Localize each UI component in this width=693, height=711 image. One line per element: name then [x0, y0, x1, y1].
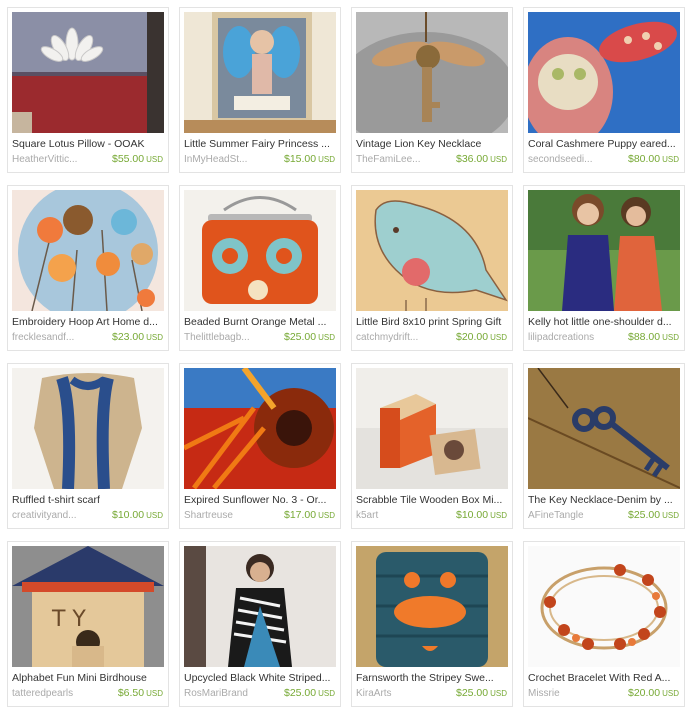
listing-card[interactable]: Crochet Bracelet With Red A... Missrie $…: [523, 541, 685, 707]
listing-card[interactable]: Ruffled t-shirt scarf creativityand... $…: [7, 363, 169, 529]
shop-name[interactable]: frecklesandf...: [12, 331, 104, 344]
listing-title[interactable]: Embroidery Hoop Art Home d...: [12, 316, 166, 329]
shop-name[interactable]: k5art: [356, 509, 448, 522]
shop-name[interactable]: catchmydrift...: [356, 331, 448, 344]
listing-card[interactable]: Kelly hot little one-shoulder d... lilip…: [523, 185, 685, 351]
listing-card[interactable]: Little Bird 8x10 print Spring Gift catch…: [351, 185, 513, 351]
listing-card[interactable]: Upcycled Black White Striped... RosMariB…: [179, 541, 341, 707]
shop-name[interactable]: lilipadcreations: [528, 331, 620, 344]
plush-puppy-image[interactable]: [528, 12, 680, 133]
listing-card[interactable]: T Y Alphabet Fun Mini Birdhouse tattered…: [7, 541, 169, 707]
price: $25.00 USD: [283, 331, 335, 343]
listing-title[interactable]: Farnsworth the Stripey Swe...: [356, 672, 510, 685]
price: $15.00 USD: [283, 153, 335, 165]
svg-text:T Y: T Y: [51, 607, 86, 632]
bird-print-image[interactable]: [356, 190, 508, 311]
listing-card[interactable]: Coral Cashmere Puppy eared... secondseed…: [523, 7, 685, 173]
price: $20.00 USD: [455, 331, 507, 343]
price: $25.00 USD: [455, 687, 507, 699]
shop-name[interactable]: creativityand...: [12, 509, 104, 522]
key-necklace-image[interactable]: [356, 12, 508, 133]
orange-purse-image[interactable]: [184, 190, 336, 311]
shop-name[interactable]: KiraArts: [356, 687, 448, 700]
listing-title[interactable]: Beaded Burnt Orange Metal ...: [184, 316, 338, 329]
listing-card[interactable]: Vintage Lion Key Necklace TheFamiLee... …: [351, 7, 513, 173]
shop-name[interactable]: Missrie: [528, 687, 620, 700]
listing-title[interactable]: Little Bird 8x10 print Spring Gift: [356, 316, 510, 329]
price: $25.00 USD: [283, 687, 335, 699]
treasury-grid: Square Lotus Pillow - OOAK HeatherVittic…: [0, 0, 693, 711]
listing-title[interactable]: Ruffled t-shirt scarf: [12, 494, 166, 507]
price: $88.00 USD: [627, 331, 679, 343]
blue-scarf-image[interactable]: [12, 368, 164, 489]
price: $80.00 USD: [627, 153, 679, 165]
listing-title[interactable]: Coral Cashmere Puppy eared...: [528, 138, 682, 151]
shop-name[interactable]: Thelittlebagb...: [184, 331, 276, 344]
wooden-box-image[interactable]: [356, 368, 508, 489]
listing-title[interactable]: Upcycled Black White Striped...: [184, 672, 338, 685]
shop-name[interactable]: AFineTangle: [528, 509, 620, 522]
denim-key-image[interactable]: [528, 368, 680, 489]
listing-card[interactable]: The Key Necklace-Denim by ... AFineTangl…: [523, 363, 685, 529]
price: $25.00 USD: [627, 509, 679, 521]
listing-card[interactable]: Farnsworth the Stripey Swe... KiraArts $…: [351, 541, 513, 707]
price: $10.00 USD: [111, 509, 163, 521]
price: $6.50 USD: [117, 687, 163, 699]
shop-name[interactable]: tatteredpearls: [12, 687, 104, 700]
price: $55.00 USD: [111, 153, 163, 165]
listing-card[interactable]: Expired Sunflower No. 3 - Or... Shartreu…: [179, 363, 341, 529]
price: $17.00 USD: [283, 509, 335, 521]
price: $23.00 USD: [111, 331, 163, 343]
sunflower-photo-image[interactable]: [184, 368, 336, 489]
sweater-monster-image[interactable]: [356, 546, 508, 667]
listing-title[interactable]: Scrabble Tile Wooden Box Mi...: [356, 494, 510, 507]
price: $20.00 USD: [627, 687, 679, 699]
fairy-collage-image[interactable]: [184, 12, 336, 133]
shop-name[interactable]: RosMariBrand: [184, 687, 276, 700]
listing-title[interactable]: Square Lotus Pillow - OOAK: [12, 138, 166, 151]
shop-name[interactable]: secondseedi...: [528, 153, 620, 166]
price: $36.00 USD: [455, 153, 507, 165]
shop-name[interactable]: HeatherVittic...: [12, 153, 104, 166]
listing-card[interactable]: Scrabble Tile Wooden Box Mi... k5art $10…: [351, 363, 513, 529]
shop-name[interactable]: InMyHeadSt...: [184, 153, 276, 166]
lotus-pillow-image[interactable]: [12, 12, 164, 133]
listing-title[interactable]: Vintage Lion Key Necklace: [356, 138, 510, 151]
striped-top-image[interactable]: [184, 546, 336, 667]
price: $10.00 USD: [455, 509, 507, 521]
listing-title[interactable]: The Key Necklace-Denim by ...: [528, 494, 682, 507]
listing-title[interactable]: Expired Sunflower No. 3 - Or...: [184, 494, 338, 507]
dress-models-image[interactable]: [528, 190, 680, 311]
shop-name[interactable]: TheFamiLee...: [356, 153, 448, 166]
listing-card[interactable]: Embroidery Hoop Art Home d... frecklesan…: [7, 185, 169, 351]
crochet-bracelet-image[interactable]: [528, 546, 680, 667]
listing-title[interactable]: Little Summer Fairy Princess ...: [184, 138, 338, 151]
listing-card[interactable]: Little Summer Fairy Princess ... InMyHea…: [179, 7, 341, 173]
listing-title[interactable]: Kelly hot little one-shoulder d...: [528, 316, 682, 329]
listing-card[interactable]: Beaded Burnt Orange Metal ... Thelittleb…: [179, 185, 341, 351]
listing-title[interactable]: Alphabet Fun Mini Birdhouse: [12, 672, 166, 685]
listing-title[interactable]: Crochet Bracelet With Red A...: [528, 672, 682, 685]
hoop-art-image[interactable]: [12, 190, 164, 311]
listing-card[interactable]: Square Lotus Pillow - OOAK HeatherVittic…: [7, 7, 169, 173]
birdhouse-image[interactable]: T Y: [12, 546, 164, 667]
shop-name[interactable]: Shartreuse: [184, 509, 276, 522]
